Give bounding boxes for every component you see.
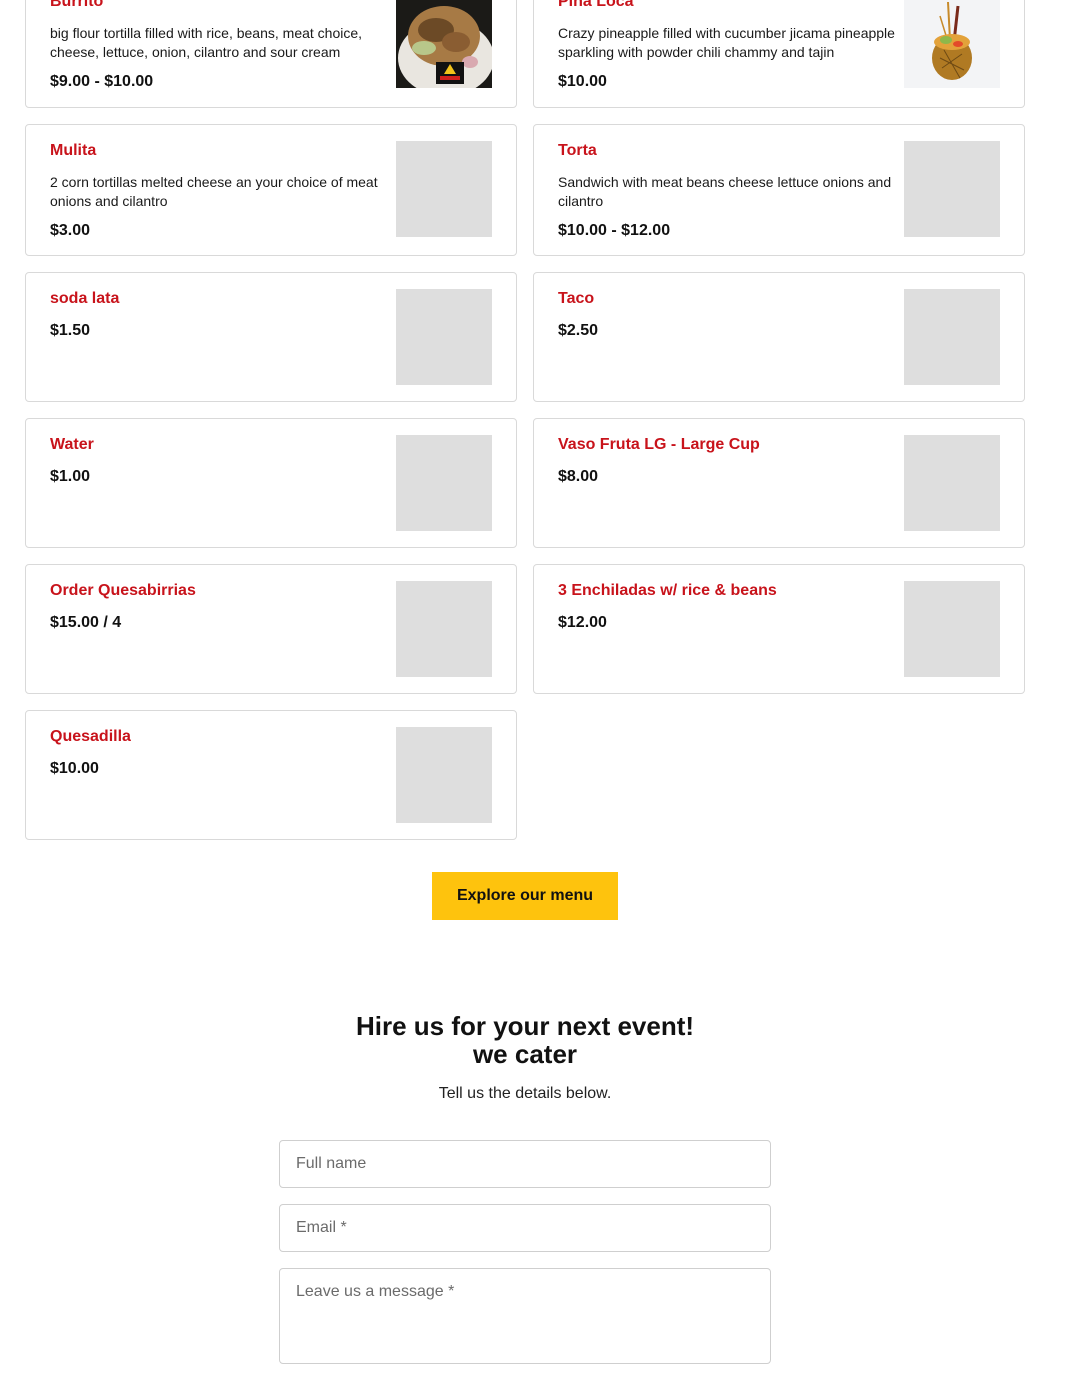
menu-item-price: $10.00 - $12.00 [558,222,671,239]
menu-item-description: Crazy pineapple filled with cucumber jic… [558,25,895,60]
menu-item-name: Piña Loca [558,0,634,10]
menu-item-description: big flour tortilla filled with rice, bea… [50,25,363,60]
image-placeholder [904,141,1000,237]
menu-item-price: $8.00 [558,468,599,485]
menu-item-card[interactable]: Taco $2.50 [533,272,1025,402]
catering-form [279,1140,771,1364]
image-placeholder [396,435,492,531]
menu-item-name: Water [50,436,94,453]
menu-item-card[interactable]: Quesadilla $10.00 [25,710,517,840]
menu-item-card[interactable]: Burrito big flour tortilla filled with r… [25,0,517,108]
explore-menu-button[interactable]: Explore our menu [432,872,618,920]
burrito-photo [396,0,492,88]
menu-item-name: Mulita [50,142,97,159]
message-textarea[interactable] [279,1268,771,1364]
menu-item-name: Quesadilla [50,728,131,745]
menu-item-name: Torta [558,142,597,159]
catering-title-line2: we cater [472,1039,578,1069]
image-placeholder [396,581,492,677]
menu-item-price: $9.00 - $10.00 [50,73,154,90]
image-placeholder [904,581,1000,677]
menu-item-price: $10.00 [558,73,607,90]
image-placeholder [904,435,1000,531]
menu-item-name: Burrito [50,0,104,10]
catering-section: Hire us for your next event! we cater Te… [0,1012,1050,1104]
catering-subtitle: Tell us the details below. [438,1085,612,1102]
menu-item-price: $12.00 [558,614,607,631]
menu-item-description: Sandwich with meat beans cheese lettuce … [558,174,892,209]
menu-item-card[interactable]: Water $1.00 [25,418,517,548]
image-placeholder [396,727,492,823]
image-placeholder [396,289,492,385]
menu-item-price: $15.00 / 4 [50,614,122,631]
menu-item-price: $3.00 [50,222,91,239]
catering-title-line1: Hire us for your next event! [355,1011,695,1041]
email-input[interactable] [279,1204,771,1252]
menu-item-name: Taco [558,290,595,307]
menu-item-card[interactable]: Piña Loca Crazy pineapple filled with cu… [533,0,1025,108]
menu-item-name: soda lata [50,290,120,307]
menu-item-price: $2.50 [558,322,599,339]
menu-item-card[interactable]: soda lata $1.50 [25,272,517,402]
menu-item-description: 2 corn tortillas melted cheese an your c… [50,174,378,209]
menu-item-name: 3 Enchiladas w/ rice & beans [558,582,777,599]
image-placeholder [904,289,1000,385]
menu-item-card[interactable]: 3 Enchiladas w/ rice & beans $12.00 [533,564,1025,694]
menu-item-card[interactable]: Vaso Fruta LG - Large Cup $8.00 [533,418,1025,548]
menu-item-card[interactable]: Torta Sandwich with meat beans cheese le… [533,124,1025,256]
menu-item-price: $1.50 [50,322,91,339]
menu-item-card[interactable]: Mulita 2 corn tortillas melted cheese an… [25,124,517,256]
menu-item-price: $10.00 [50,760,99,777]
full-name-input[interactable] [279,1140,771,1188]
pineapple-photo [904,0,1000,88]
catering-title: Hire us for your next event! we cater [0,1012,1050,1068]
menu-item-card[interactable]: Order Quesabirrias $15.00 / 4 [25,564,517,694]
menu-item-name: Order Quesabirrias [50,582,196,599]
menu-item-price: $1.00 [50,468,91,485]
menu-item-name: Vaso Fruta LG - Large Cup [558,436,760,453]
image-placeholder [396,141,492,237]
